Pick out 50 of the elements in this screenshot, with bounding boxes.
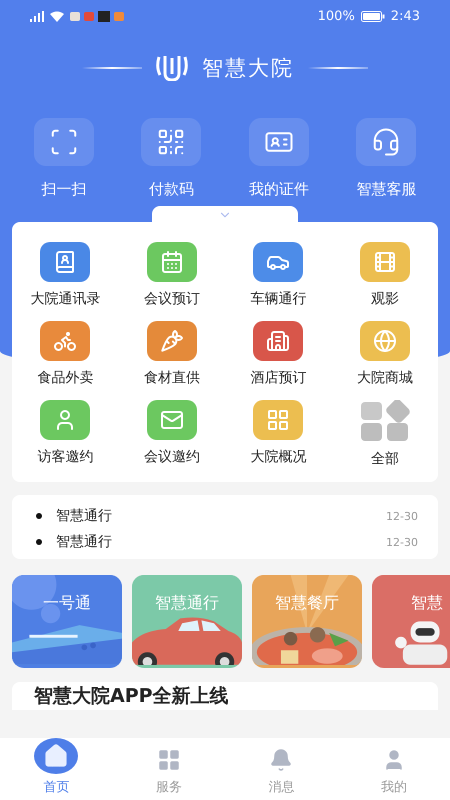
service-button[interactable]: 访客邀约 bbox=[12, 400, 118, 468]
globe-icon bbox=[372, 329, 397, 353]
bullet-dot bbox=[36, 513, 42, 519]
qr-code-icon bbox=[156, 127, 186, 157]
service-button[interactable]: 会议预订 bbox=[118, 242, 225, 308]
all-apps-icon bbox=[360, 400, 410, 442]
service-button[interactable]: 食品外卖 bbox=[12, 321, 118, 387]
calendar-icon bbox=[160, 250, 184, 274]
bell-icon bbox=[269, 748, 294, 772]
service-button[interactable]: 大院通讯录 bbox=[12, 242, 118, 308]
signal-icon bbox=[30, 10, 44, 22]
service-button[interactable]: 大院概况 bbox=[225, 400, 332, 468]
mail-icon bbox=[160, 408, 184, 432]
quick-action-button[interactable]: 我的证件 bbox=[225, 118, 332, 199]
building-icon bbox=[266, 329, 290, 353]
promo-title: 智慧大院APP全新上线 bbox=[34, 685, 229, 707]
service-button[interactable]: 全部 bbox=[332, 400, 438, 468]
film-icon bbox=[372, 250, 397, 274]
quick-action-button[interactable]: 付款码 bbox=[118, 118, 225, 199]
app-title: 智慧大院 bbox=[202, 55, 294, 82]
battery-icon bbox=[360, 10, 385, 22]
service-button[interactable]: 观影 bbox=[332, 242, 438, 308]
service-button[interactable]: 会议邀约 bbox=[118, 400, 225, 468]
clock: 2:43 bbox=[390, 8, 420, 24]
banner-title: 一号通 bbox=[43, 593, 91, 614]
quick-action-button[interactable]: 智慧客服 bbox=[332, 118, 440, 199]
service-button[interactable]: 大院商城 bbox=[332, 321, 438, 387]
news-title[interactable]: 智慧通行 bbox=[56, 507, 372, 525]
wifi-icon bbox=[50, 10, 64, 22]
grid-icon bbox=[266, 408, 290, 432]
service-button[interactable]: 食材直供 bbox=[118, 321, 225, 387]
grid-icon bbox=[156, 748, 181, 772]
news-date: 12-30 bbox=[386, 536, 418, 548]
tab[interactable]: 首页 bbox=[0, 738, 112, 800]
quick-action-button[interactable]: 扫一扫 bbox=[10, 118, 118, 199]
banner-card[interactable]: 一号通 bbox=[12, 575, 122, 668]
bullet-dot bbox=[36, 539, 42, 545]
battery-percent: 100% bbox=[318, 8, 355, 24]
vegetable-icon bbox=[160, 329, 184, 353]
headset-icon bbox=[371, 127, 402, 157]
home-icon bbox=[43, 743, 70, 769]
news-title[interactable]: 智慧通行 bbox=[56, 533, 372, 551]
news-date: 12-30 bbox=[386, 510, 418, 522]
banner-title: 智慧餐厅 bbox=[275, 593, 339, 614]
service-button[interactable]: 车辆通行 bbox=[225, 242, 332, 308]
banner-title: 智慧通行 bbox=[155, 593, 219, 614]
scan-icon bbox=[48, 127, 79, 157]
service-button[interactable]: 酒店预订 bbox=[225, 321, 332, 387]
banner-title: 智慧 bbox=[411, 593, 443, 614]
logo-icon bbox=[156, 55, 188, 81]
